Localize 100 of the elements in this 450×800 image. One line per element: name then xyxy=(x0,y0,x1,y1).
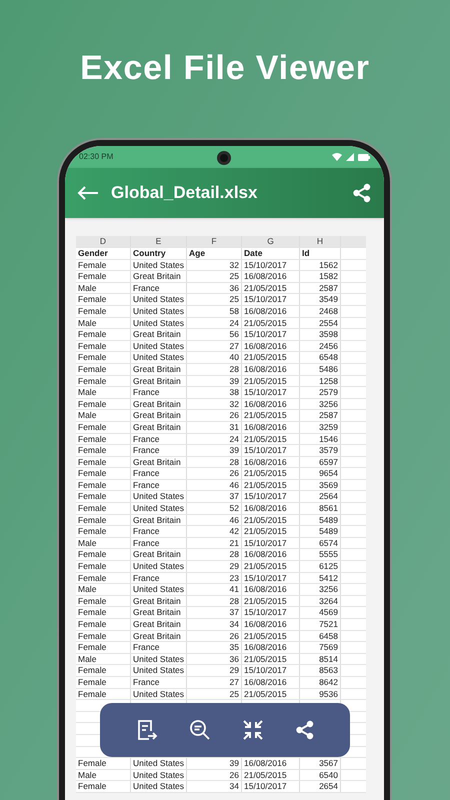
table-cell: United States xyxy=(131,503,187,514)
table-cell: 28 xyxy=(187,549,242,560)
status-time: 02:30 PM xyxy=(79,151,114,163)
table-cell: 16/08/2016 xyxy=(242,584,300,595)
table-cell: 27 xyxy=(187,340,242,352)
table-cell: 7521 xyxy=(300,619,341,630)
header-cell: Id xyxy=(300,248,341,259)
table-cell: Great Britain xyxy=(131,410,187,421)
table-cell: 36 xyxy=(187,282,242,294)
table-cell: United States xyxy=(131,758,187,769)
table-cell: 21/05/2015 xyxy=(242,654,300,664)
table-cell: 15/10/2017 xyxy=(242,329,300,340)
table-cell: 41 xyxy=(187,584,242,595)
table-cell: United States xyxy=(131,352,187,363)
table-cell: 58 xyxy=(187,306,242,317)
table-cell: 1546 xyxy=(300,434,341,444)
table-cell: 21/05/2015 xyxy=(242,770,300,780)
table-cell: Female xyxy=(76,468,131,479)
table-cell: 36 xyxy=(187,654,242,664)
table-cell: 29 xyxy=(187,561,242,572)
back-arrow-icon[interactable] xyxy=(77,186,99,200)
table-cell: 25 xyxy=(187,688,242,700)
table-cell: 24 xyxy=(187,434,242,444)
share-icon[interactable] xyxy=(294,720,314,740)
table-cell: 21/05/2015 xyxy=(242,352,300,363)
table-cell: 40 xyxy=(187,352,242,363)
column-header: D xyxy=(76,236,131,247)
table-cell: Female xyxy=(76,398,131,410)
table-cell: 1582 xyxy=(300,271,341,282)
table-cell: 39 xyxy=(187,445,242,456)
document-export-icon[interactable] xyxy=(136,719,158,741)
table-cell: 29 xyxy=(187,665,242,676)
table-cell: France xyxy=(131,468,187,479)
table-cell: 38 xyxy=(187,387,242,398)
table-cell: 26 xyxy=(187,468,242,479)
table-cell: 16/08/2016 xyxy=(242,456,300,468)
table-cell: 56 xyxy=(187,329,242,340)
table-cell: Female xyxy=(76,364,131,375)
column-header: G xyxy=(242,236,300,247)
table-cell: United States xyxy=(131,491,187,502)
table-cell: 21/05/2015 xyxy=(242,410,300,421)
table-cell: United States xyxy=(131,781,187,792)
zoom-out-icon[interactable] xyxy=(188,719,210,741)
table-cell: 27 xyxy=(187,676,242,688)
table-cell: 2587 xyxy=(300,282,341,294)
column-header: F xyxy=(187,236,242,247)
share-icon[interactable] xyxy=(352,183,372,203)
table-cell: France xyxy=(131,572,187,584)
table-cell: Female xyxy=(76,688,131,700)
table-cell: Female xyxy=(76,549,131,560)
table-cell: Female xyxy=(76,596,131,606)
table-cell: Female xyxy=(76,514,131,526)
table-cell: 21/05/2015 xyxy=(242,480,300,490)
table-cell: 21 xyxy=(187,538,242,548)
table-cell: France xyxy=(131,642,187,653)
table-cell: 21/05/2015 xyxy=(242,514,300,526)
header-cell: Date xyxy=(242,248,300,259)
table-cell: Great Britain xyxy=(131,514,187,526)
table-cell: 32 xyxy=(187,398,242,410)
table-cell: Female xyxy=(76,607,131,618)
table-cell: Male xyxy=(76,584,131,595)
table-cell: 15/10/2017 xyxy=(242,538,300,548)
table-cell: 8563 xyxy=(300,665,341,676)
table-cell: Female xyxy=(76,758,131,769)
table-cell: 21/05/2015 xyxy=(242,376,300,386)
table-cell: 25 xyxy=(187,271,242,282)
table-cell: Female xyxy=(76,480,131,490)
table-cell: 2456 xyxy=(300,340,341,352)
headline: Excel File Viewer xyxy=(80,48,370,89)
table-cell: 16/08/2016 xyxy=(242,271,300,282)
table-cell: 23 xyxy=(187,572,242,584)
table-cell: France xyxy=(131,538,187,548)
table-cell: 34 xyxy=(187,619,242,630)
collapse-icon[interactable] xyxy=(242,719,264,741)
table-cell: Female xyxy=(76,445,131,456)
table-cell: 6540 xyxy=(300,770,341,780)
table-cell: Female xyxy=(76,572,131,584)
table-cell: 21/05/2015 xyxy=(242,526,300,537)
signal-icon xyxy=(346,153,354,161)
table-cell: United States xyxy=(131,318,187,328)
table-cell: United States xyxy=(131,294,187,305)
table-cell: Great Britain xyxy=(131,329,187,340)
table-cell: 3259 xyxy=(300,422,341,432)
table-cell: Female xyxy=(76,781,131,792)
table-cell: 15/10/2017 xyxy=(242,781,300,792)
table-cell: 3569 xyxy=(300,480,341,490)
table-cell: 16/08/2016 xyxy=(242,619,300,630)
table-cell: 7569 xyxy=(300,642,341,653)
table-cell: France xyxy=(131,387,187,398)
table-cell: Female xyxy=(76,491,131,502)
table-cell: 28 xyxy=(187,456,242,468)
table-cell: United States xyxy=(131,340,187,352)
table-cell: Male xyxy=(76,654,131,664)
table-cell: 9654 xyxy=(300,468,341,479)
table-cell: Female xyxy=(76,422,131,432)
table-cell: 2587 xyxy=(300,410,341,421)
wifi-icon xyxy=(332,153,342,161)
table-cell: Female xyxy=(76,329,131,340)
table-cell: 6597 xyxy=(300,456,341,468)
table-cell: Great Britain xyxy=(131,630,187,642)
